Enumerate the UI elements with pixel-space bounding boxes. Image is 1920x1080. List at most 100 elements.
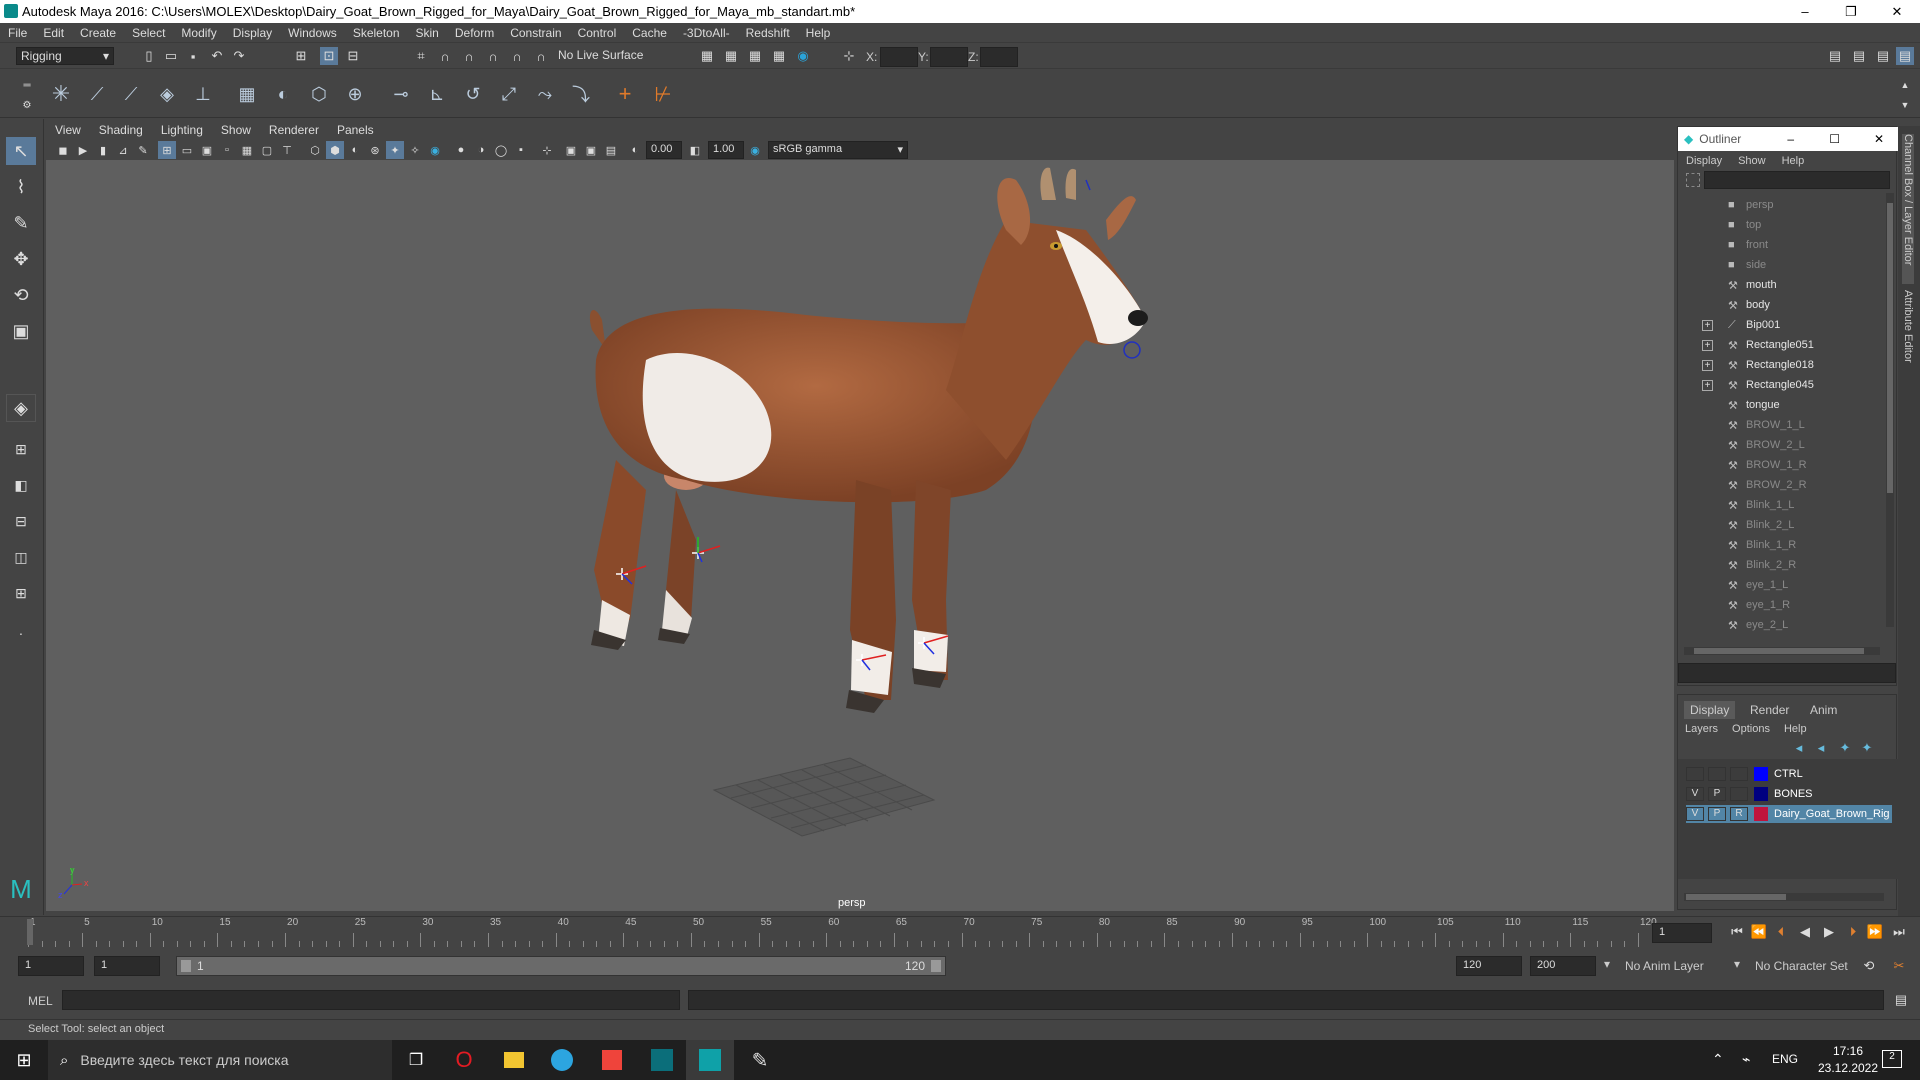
anti-aliasing-icon[interactable]: ◑ <box>472 141 490 159</box>
z-field[interactable] <box>980 47 1018 67</box>
expand-icon[interactable]: + <box>1702 339 1713 351</box>
outliner-item[interactable]: ⚒ eye_1_R <box>1678 595 1878 615</box>
menu-set-dropdown[interactable]: Rigging ▾ <box>16 47 114 65</box>
current-time-field[interactable]: 1 <box>1652 923 1712 943</box>
shadows-icon[interactable]: ✧ <box>406 141 424 159</box>
channel-box-icon[interactable]: ▤ <box>1896 47 1914 65</box>
clock-time[interactable]: 17:16 <box>1818 1044 1878 1058</box>
time-ruler[interactable]: 1510152025303540455055606570758085909510… <box>28 917 1657 947</box>
menu-windows[interactable]: Windows <box>280 26 345 40</box>
outliner-item[interactable]: ■ persp <box>1678 195 1878 215</box>
command-input[interactable] <box>62 990 680 1010</box>
maximize-button[interactable]: ❐ <box>1828 0 1874 23</box>
step-back-key-icon[interactable]: ⏴ <box>1772 923 1790 941</box>
step-forward-key-icon[interactable]: ⏵ <box>1844 923 1862 941</box>
ik-spline-icon[interactable]: ⟋ <box>122 84 140 104</box>
select-tool-icon[interactable]: ↖ <box>6 137 36 165</box>
expand-icon[interactable]: + <box>1702 379 1713 391</box>
minimize-button[interactable]: – <box>1782 0 1828 23</box>
network-icon[interactable]: ⌁ <box>1742 1051 1750 1068</box>
transform-mode-icon[interactable]: ⊹ <box>840 47 858 65</box>
layer-menu-layers[interactable]: Layers <box>1678 723 1725 735</box>
viewport-menu-shading[interactable]: Shading <box>90 123 152 137</box>
select-component-icon[interactable]: ⊟ <box>344 47 362 65</box>
file-explorer-icon[interactable] <box>490 1040 538 1080</box>
hypershade-layout-icon[interactable]: ⊞ <box>6 579 36 607</box>
backface-culling-icon[interactable]: ▤ <box>602 141 620 159</box>
menu-select[interactable]: Select <box>124 26 173 40</box>
view-transform-dropdown[interactable]: sRGB gamma ▾ <box>768 141 908 159</box>
time-slider[interactable]: 1510152025303540455055606570758085909510… <box>0 916 1920 947</box>
layer-r-toggle[interactable] <box>1730 767 1748 781</box>
snap-point-icon[interactable]: ∩ <box>460 47 478 65</box>
layer-p-toggle[interactable]: P <box>1708 807 1726 821</box>
y-field[interactable] <box>930 47 968 67</box>
new-scene-icon[interactable]: ▯ <box>140 47 158 65</box>
joint-tool-icon[interactable]: ✳ <box>52 81 70 106</box>
orient-constraint-icon[interactable]: ↺ <box>464 84 482 104</box>
gamma-field[interactable]: 1.00 <box>708 141 744 159</box>
menu-skeleton[interactable]: Skeleton <box>345 26 408 40</box>
move-layer-down-icon[interactable]: ◂ <box>1812 739 1830 757</box>
gate-mask-icon[interactable]: ▫ <box>218 141 236 159</box>
four-view-layout-icon[interactable]: ⊞ <box>6 435 36 463</box>
outliner-item[interactable]: ⚒ Blink_2_L <box>1678 515 1878 535</box>
render-settings-icon[interactable]: ▦ <box>770 47 788 65</box>
menu-3dtoall[interactable]: -3DtoAll- <box>675 26 738 40</box>
go-to-end-icon[interactable]: ⏭ <box>1890 923 1908 941</box>
move-tool-icon[interactable]: ✥ <box>6 245 36 273</box>
close-button[interactable]: ✕ <box>1874 0 1920 23</box>
outliner-item[interactable]: + ⟋ Bip001 <box>1678 315 1878 335</box>
menu-help[interactable]: Help <box>798 26 839 40</box>
x-field[interactable] <box>880 47 918 67</box>
outliner-item[interactable]: + ⚒ Rectangle051 <box>1678 335 1878 355</box>
outliner-item[interactable]: ⚒ tongue <box>1678 395 1878 415</box>
layer-tab-render[interactable]: Render <box>1744 701 1795 719</box>
windows-start-icon[interactable]: ⊞ <box>0 1040 48 1080</box>
taskbar-search-box[interactable]: ⌕ Введите здесь текст для поиска <box>48 1040 392 1080</box>
outliner-item[interactable]: ■ side <box>1678 255 1878 275</box>
playback-start-field[interactable]: 1 <box>94 956 160 976</box>
play-backwards-icon[interactable]: ◀ <box>1796 923 1814 941</box>
playback-end-field[interactable]: 120 <box>1456 956 1522 976</box>
viewport-menu-panels[interactable]: Panels <box>328 123 383 137</box>
move-layer-up-icon[interactable]: ◂ <box>1790 739 1808 757</box>
pole-vector-icon[interactable]: ⤵ <box>572 85 590 105</box>
layer-row[interactable]: CTRL <box>1686 765 1892 783</box>
outliner-vscrollbar[interactable] <box>1886 193 1894 627</box>
outliner-minimize-icon[interactable]: – <box>1787 132 1794 146</box>
parent-constraint-icon[interactable]: ⤳ <box>536 84 554 104</box>
range-bar[interactable]: 1 120 <box>176 956 946 976</box>
anim-layer-dropdown[interactable]: No Anim Layer <box>1622 956 1734 976</box>
motion-blur-icon[interactable]: ● <box>452 141 470 159</box>
xray-icon[interactable]: ⊹ <box>538 141 556 159</box>
exposure-field[interactable]: 0.00 <box>646 141 682 159</box>
outliner-item[interactable]: ⚒ BROW_1_L <box>1678 415 1878 435</box>
layer-p-toggle[interactable]: P <box>1708 787 1726 801</box>
outliner-search-field[interactable] <box>1704 171 1890 189</box>
redo-icon[interactable]: ↷ <box>230 47 248 65</box>
bookmark-icon[interactable]: ▮ <box>94 141 112 159</box>
outliner-item[interactable]: ⚒ Blink_1_R <box>1678 535 1878 555</box>
attribute-editor-tab[interactable]: Attribute Editor <box>1902 290 1914 390</box>
hypershade-icon[interactable]: ◉ <box>794 47 812 65</box>
auto-key-icon[interactable]: ⟲ <box>1860 957 1878 975</box>
maya-active-taskbar-icon[interactable] <box>686 1040 734 1080</box>
live-surface-field[interactable]: No Live Surface <box>554 47 654 65</box>
viewport-menu-view[interactable]: View <box>46 123 90 137</box>
resolution-gate-icon[interactable]: ▣ <box>198 141 216 159</box>
outliner-item[interactable]: ⚒ mouth <box>1678 275 1878 295</box>
menu-constrain[interactable]: Constrain <box>502 26 569 40</box>
paint-select-icon[interactable]: ✎ <box>6 209 36 237</box>
smooth-shade-icon[interactable]: ⬢ <box>326 141 344 159</box>
gamma-icon[interactable]: ◧ <box>686 141 704 159</box>
go-to-start-icon[interactable]: ⏮ <box>1728 923 1746 941</box>
anim-layer-dropdown-arrow[interactable]: ▾ <box>1604 957 1610 971</box>
channel-box-tab[interactable]: Channel Box / Layer Editor <box>1902 134 1914 284</box>
menu-deform[interactable]: Deform <box>447 26 502 40</box>
outliner-item[interactable]: ⚒ BROW_1_R <box>1678 455 1878 475</box>
anim-prefs-icon[interactable]: ✂ <box>1890 957 1908 975</box>
expand-icon[interactable]: + <box>1702 319 1713 331</box>
use-all-lights-icon[interactable]: ✦ <box>386 141 404 159</box>
exposure-icon[interactable]: ◐ <box>626 141 644 159</box>
